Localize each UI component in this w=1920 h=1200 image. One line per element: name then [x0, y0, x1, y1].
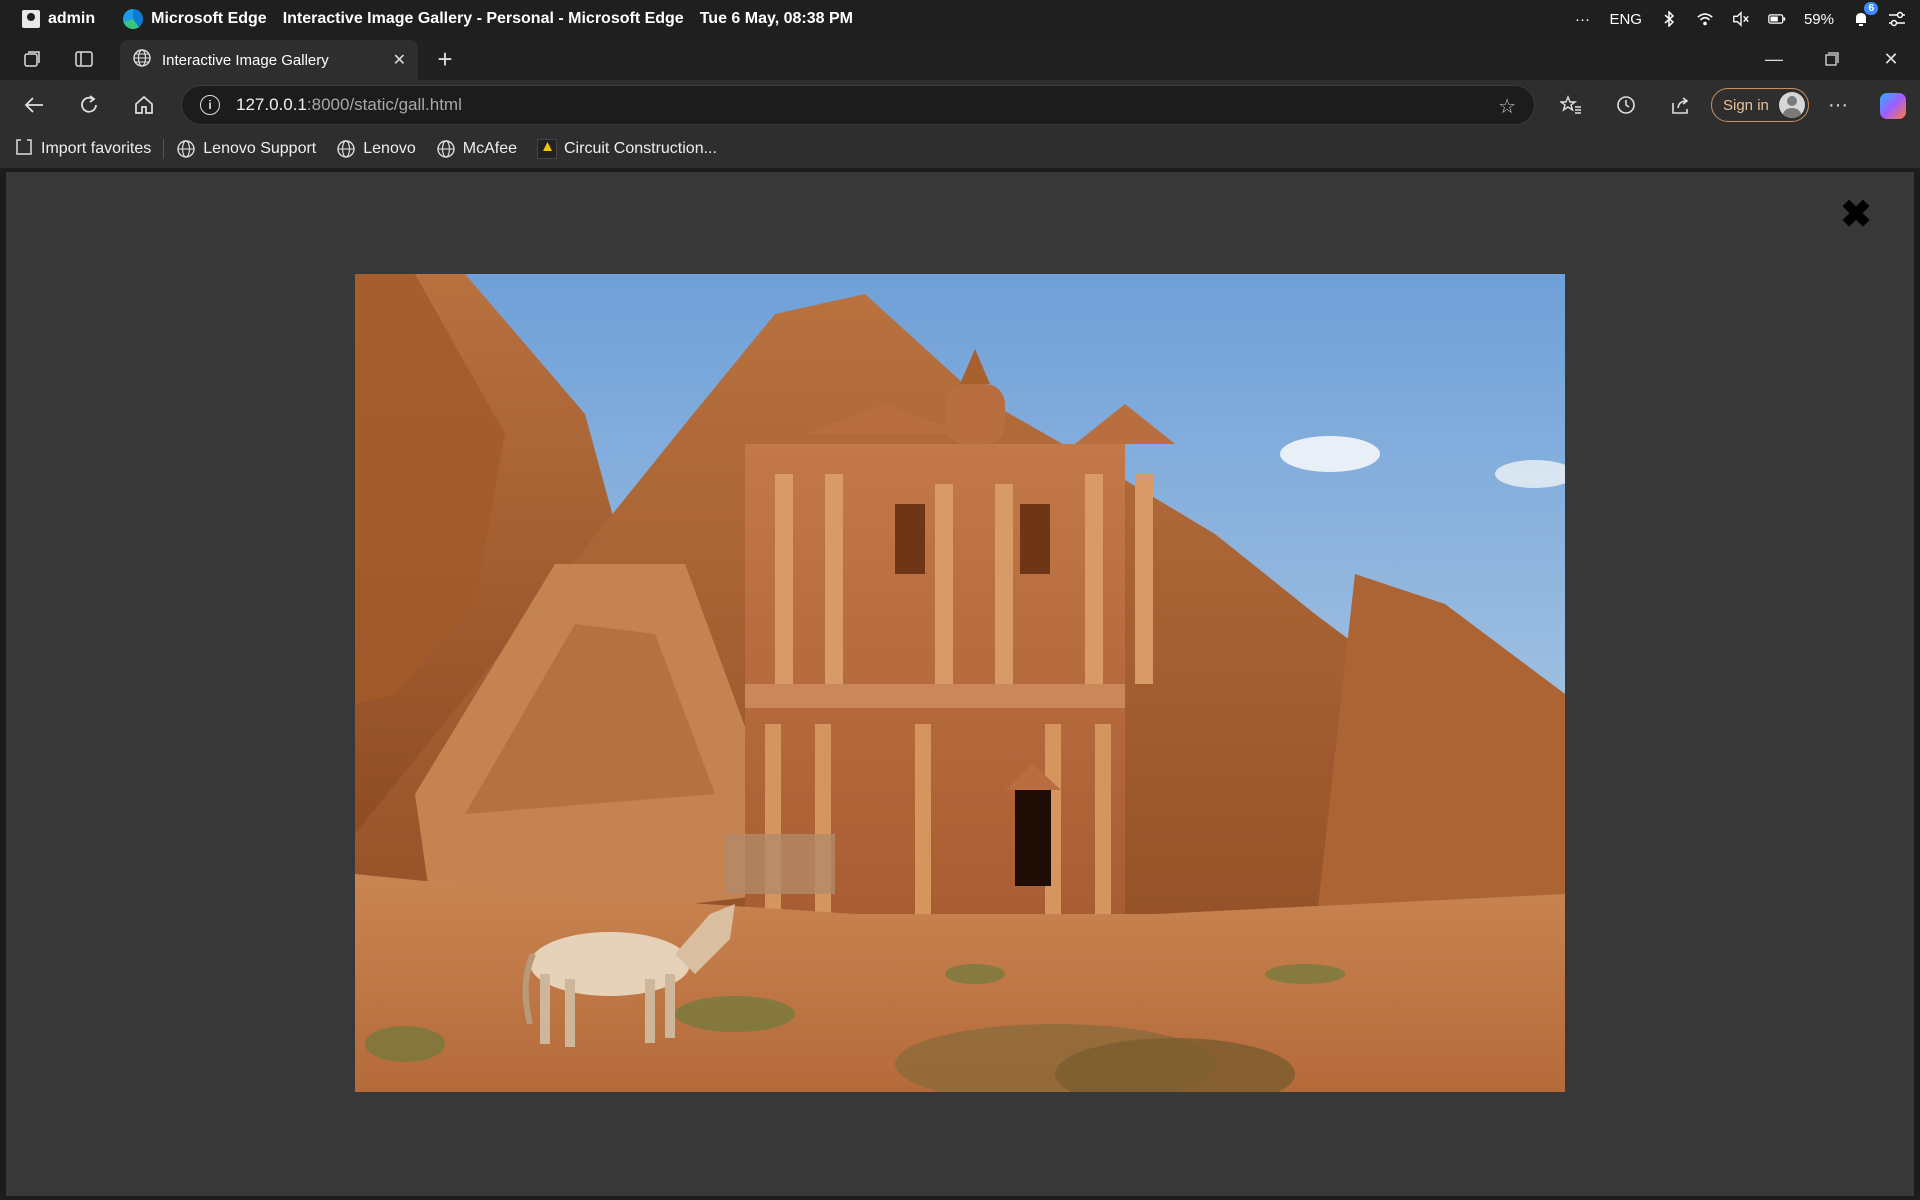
- edge-logo-icon: [123, 9, 144, 29]
- petra-monastery-image: [355, 274, 1565, 1092]
- import-favorites-icon: [14, 137, 34, 162]
- notification-badge: 6: [1864, 2, 1878, 15]
- url-path: :8000/static/gall.html: [306, 95, 462, 114]
- favorite-lenovo[interactable]: Lenovo: [336, 139, 416, 159]
- bluetooth-icon[interactable]: [1660, 11, 1678, 27]
- globe-icon: [177, 140, 195, 158]
- address-bar[interactable]: i 127.0.0.1:8000/static/gall.html ☆: [181, 85, 1535, 125]
- share-icon[interactable]: [1667, 91, 1695, 119]
- site-info-icon[interactable]: i: [200, 95, 220, 115]
- vertical-tabs-icon[interactable]: [72, 47, 96, 71]
- new-tab-button[interactable]: +: [430, 44, 460, 75]
- import-favorites-label: Import favorites: [41, 140, 152, 157]
- battery-icon[interactable]: [1768, 11, 1786, 27]
- os-taskbar: admin Microsoft Edge Interactive Image G…: [0, 0, 1920, 38]
- workspaces-icon[interactable]: [20, 47, 44, 71]
- minimize-button[interactable]: —: [1745, 38, 1803, 80]
- tab-active[interactable]: Interactive Image Gallery ✕: [120, 40, 418, 80]
- globe-icon: [132, 48, 152, 72]
- phet-icon: [537, 139, 557, 159]
- avatar: [1779, 92, 1805, 118]
- os-user-name: admin: [48, 10, 96, 27]
- language-indicator[interactable]: ENG: [1609, 11, 1642, 28]
- tab-strip: Interactive Image Gallery ✕ + — ✕: [0, 38, 1920, 80]
- quick-settings-icon[interactable]: [1888, 11, 1906, 27]
- favorite-label: McAfee: [462, 140, 517, 157]
- favorite-star-icon[interactable]: ☆: [1498, 94, 1516, 119]
- wifi-icon[interactable]: [1696, 11, 1714, 27]
- notification-bell-icon[interactable]: 6: [1852, 2, 1878, 27]
- import-favorites-button[interactable]: Import favorites: [14, 137, 151, 162]
- window-close-button[interactable]: ✕: [1862, 38, 1920, 80]
- tab-close-icon[interactable]: ✕: [393, 50, 406, 70]
- favorite-lenovo-support[interactable]: Lenovo Support: [176, 139, 316, 159]
- battery-percent: 59%: [1803, 10, 1834, 28]
- copilot-icon[interactable]: [1880, 93, 1906, 119]
- user-icon: [22, 10, 40, 28]
- url-host: 127.0.0.1: [236, 95, 307, 114]
- os-app-name: Microsoft Edge: [151, 10, 267, 27]
- tab-title: Interactive Image Gallery: [162, 51, 329, 69]
- globe-icon: [337, 140, 355, 158]
- history-icon[interactable]: [1612, 91, 1640, 119]
- sign-in-label: Sign in: [1723, 96, 1769, 114]
- back-arrow-icon[interactable]: [20, 91, 48, 119]
- favorite-circuit-construction[interactable]: Circuit Construction...: [537, 139, 717, 159]
- sign-in-button[interactable]: Sign in: [1711, 88, 1809, 122]
- globe-icon: [437, 140, 455, 158]
- restore-button[interactable]: [1803, 38, 1861, 80]
- lightbox-close-icon[interactable]: ✖: [1836, 195, 1876, 235]
- favorites-bar: Import favorites Lenovo Support Lenovo M…: [0, 130, 1920, 168]
- favorite-mcafee[interactable]: McAfee: [436, 139, 517, 159]
- more-icon[interactable]: ···: [1573, 11, 1591, 28]
- favorite-label: Lenovo: [363, 140, 416, 157]
- gallery-image[interactable]: [355, 274, 1565, 1092]
- browser-toolbar: i 127.0.0.1:8000/static/gall.html ☆ Sign…: [0, 80, 1920, 130]
- favorites-icon[interactable]: [1557, 91, 1585, 119]
- volume-muted-icon[interactable]: [1732, 11, 1750, 27]
- favorite-label: Lenovo Support: [203, 140, 317, 157]
- home-icon[interactable]: [130, 91, 158, 119]
- os-datetime: Tue 6 May, 08:38 PM: [699, 10, 853, 27]
- os-window-title: Interactive Image Gallery - Personal - M…: [282, 10, 684, 27]
- refresh-icon[interactable]: [75, 91, 103, 119]
- favorite-label: Circuit Construction...: [564, 140, 717, 157]
- settings-more-icon[interactable]: ···: [1824, 91, 1852, 119]
- favorites-separator: [163, 139, 165, 159]
